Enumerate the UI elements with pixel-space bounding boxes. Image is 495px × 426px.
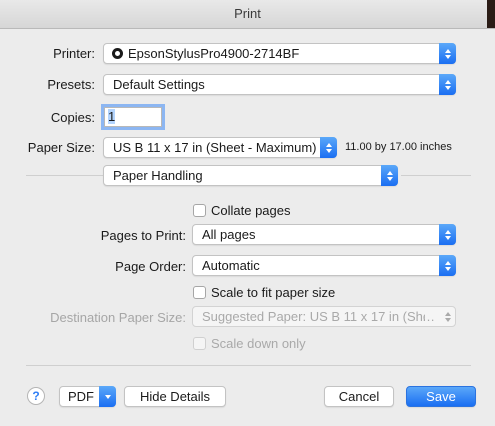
section-popup[interactable]: Paper Handling — [103, 165, 398, 186]
pages-to-print-label: Pages to Print: — [100, 228, 186, 243]
pdf-menu-button[interactable]: PDF — [59, 386, 116, 407]
chevron-updown-icon — [439, 74, 456, 95]
paper-dimensions: 11.00 by 17.00 inches — [345, 141, 452, 153]
divider — [26, 175, 103, 176]
background-window-edge — [487, 0, 495, 28]
cancel-button[interactable]: Cancel — [324, 386, 394, 407]
window-title: Print — [234, 6, 261, 21]
chevron-updown-icon — [439, 306, 456, 327]
scale-down-label: Scale down only — [211, 336, 306, 351]
scale-to-fit-check-box[interactable] — [193, 286, 206, 299]
hide-details-button[interactable]: Hide Details — [124, 386, 226, 407]
chevron-updown-icon — [439, 43, 456, 64]
pages-to-print-value: All pages — [202, 227, 256, 242]
truncation-ellipsis: … — [422, 309, 435, 324]
paper-size-label: Paper Size: — [27, 140, 95, 155]
printer-value: EpsonStylusPro4900-2714BF — [128, 46, 300, 61]
chevron-updown-icon — [439, 224, 456, 245]
section-value: Paper Handling — [113, 168, 203, 183]
paper-size-popup[interactable]: US B 11 x 17 in (Sheet - Maximum) — [103, 137, 337, 158]
scale-down-checkbox: Scale down only — [193, 336, 306, 351]
chevron-down-icon — [99, 386, 116, 407]
page-order-popup[interactable]: Automatic — [192, 255, 456, 276]
printer-label: Printer: — [53, 46, 95, 61]
destination-paper-size-label: Destination Paper Size: — [50, 310, 186, 325]
scale-to-fit-label: Scale to fit paper size — [211, 285, 336, 300]
chevron-updown-icon — [320, 137, 337, 158]
help-icon: ? — [32, 389, 40, 403]
scale-to-fit-checkbox[interactable]: Scale to fit paper size — [193, 285, 335, 300]
destination-paper-size-value: Suggested Paper: US B 11 x 17 in (Sheet … — [202, 309, 425, 324]
printer-popup[interactable]: EpsonStylusPro4900-2714BF — [103, 43, 456, 64]
divider — [401, 175, 471, 176]
presets-popup[interactable]: Default Settings — [103, 74, 456, 95]
page-order-value: Automatic — [202, 258, 260, 273]
printer-status-icon — [112, 48, 123, 59]
presets-value: Default Settings — [113, 77, 205, 92]
copies-value: 1 — [108, 109, 116, 124]
page-order-label: Page Order: — [115, 259, 186, 274]
collate-label: Collate pages — [211, 203, 291, 218]
chevron-updown-icon — [381, 165, 398, 186]
copies-label: Copies: — [50, 110, 95, 125]
chevron-updown-icon — [439, 255, 456, 276]
window-titlebar: Print — [0, 0, 495, 29]
collate-check-box[interactable] — [193, 204, 206, 217]
paper-size-value: US B 11 x 17 in (Sheet - Maximum) — [113, 140, 316, 155]
scale-down-check-box — [193, 337, 206, 350]
copies-field[interactable]: 1 — [104, 107, 162, 127]
help-button[interactable]: ? — [27, 387, 45, 405]
pages-to-print-popup[interactable]: All pages — [192, 224, 456, 245]
pdf-label: PDF — [68, 389, 94, 404]
footer-divider — [26, 365, 471, 366]
destination-paper-size-popup: Suggested Paper: US B 11 x 17 in (Sheet … — [192, 306, 456, 327]
save-button[interactable]: Save — [406, 386, 476, 407]
collate-checkbox[interactable]: Collate pages — [193, 203, 291, 218]
presets-label: Presets: — [47, 77, 95, 92]
